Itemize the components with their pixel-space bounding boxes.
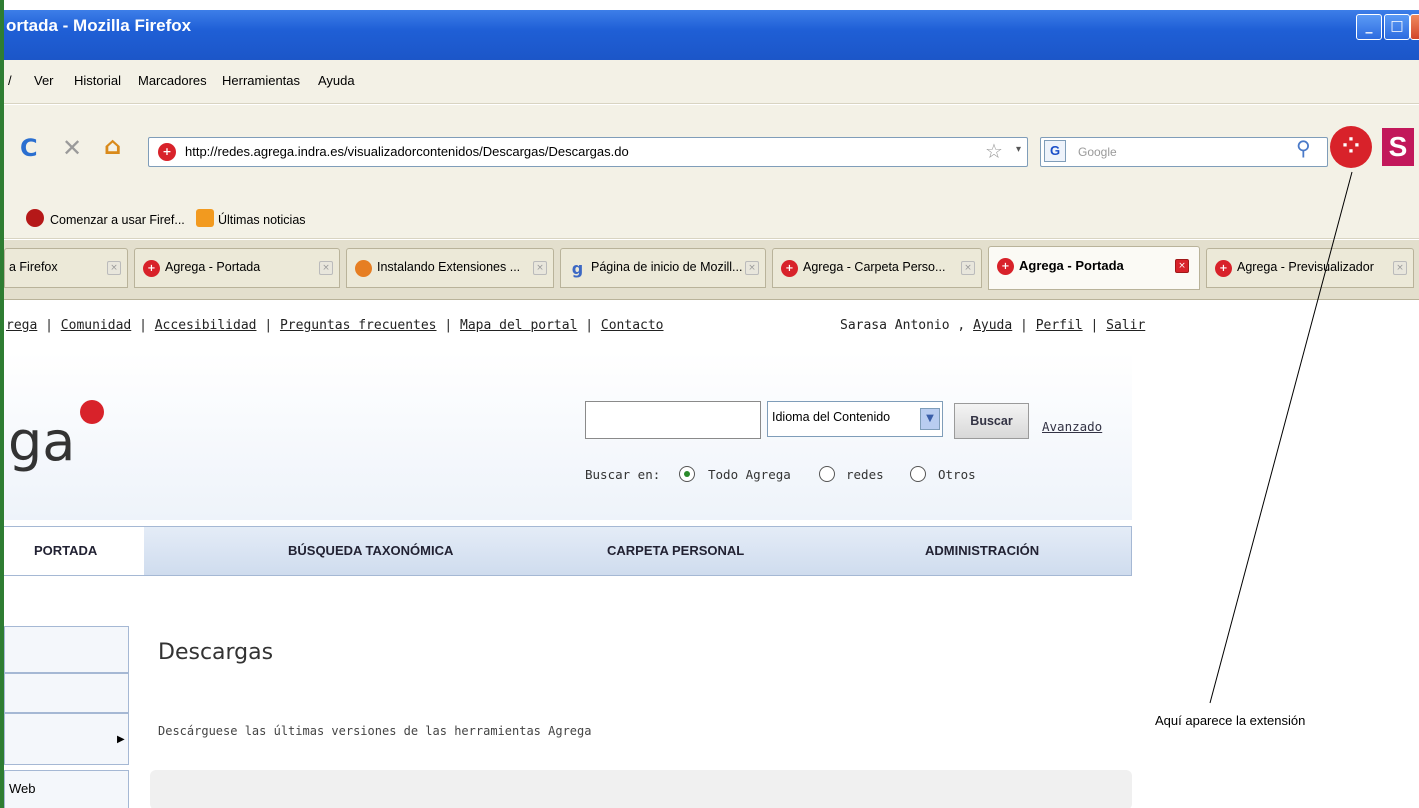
- menu-item-historial[interactable]: Historial: [74, 73, 121, 88]
- s-extension-icon[interactable]: S: [1382, 128, 1414, 166]
- nav-busqueda-taxonomica[interactable]: BÚSQUEDA TAXONÓMICA: [288, 543, 453, 558]
- menu-item-herramientas[interactable]: Herramientas: [222, 73, 300, 88]
- tab-label: Página de inicio de Mozill...: [591, 260, 743, 274]
- sidebar-item-label: Web: [9, 781, 36, 796]
- page-title: Descargas: [158, 640, 274, 665]
- link-preguntas-frecuentes[interactable]: Preguntas frecuentes: [280, 318, 437, 333]
- chevron-down-icon[interactable]: ▼: [920, 408, 940, 430]
- site-identity-icon[interactable]: +: [158, 143, 176, 161]
- page-subtitle: Descárguese las últimas versiones de las…: [158, 724, 592, 738]
- tab-close-icon[interactable]: ×: [107, 261, 121, 275]
- link-mapa-portal[interactable]: Mapa del portal: [460, 318, 577, 333]
- sidebar-item[interactable]: [4, 673, 129, 713]
- link-perfil[interactable]: Perfil: [1036, 318, 1083, 333]
- tab-firefox[interactable]: a Firefox ×: [4, 248, 128, 288]
- menu-item-edit[interactable]: /: [8, 73, 12, 88]
- tab-close-icon[interactable]: ×: [1393, 261, 1407, 275]
- search-in-label: Buscar en:: [585, 467, 661, 482]
- minimize-button[interactable]: _: [1356, 14, 1382, 40]
- search-input[interactable]: [585, 401, 761, 439]
- radio-redes[interactable]: [819, 466, 835, 482]
- menu-bar: [4, 60, 1419, 104]
- agrega-favicon: +: [143, 260, 160, 277]
- radio-label-redes: redes: [846, 467, 884, 482]
- radio-otros[interactable]: [910, 466, 926, 482]
- tab-close-icon[interactable]: ×: [961, 261, 975, 275]
- bookmark-latest-news[interactable]: Últimas noticias: [218, 213, 306, 227]
- window-titlebar: [4, 10, 1419, 60]
- search-placeholder: Google: [1078, 145, 1117, 159]
- radio-label-todo-agrega: Todo Agrega: [708, 467, 791, 482]
- menu-item-ayuda[interactable]: Ayuda: [318, 73, 355, 88]
- user-name: Sarasa Antonio ,: [840, 318, 966, 333]
- link-contacto[interactable]: Contacto: [601, 318, 664, 333]
- top-links: rega | Comunidad | Accesibilidad | Pregu…: [6, 318, 664, 333]
- link-salir[interactable]: Salir: [1106, 318, 1145, 333]
- url-text: http://redes.agrega.indra.es/visualizado…: [185, 144, 629, 159]
- nav-carpeta-personal[interactable]: CARPETA PERSONAL: [607, 543, 744, 558]
- stop-icon[interactable]: ✕: [62, 134, 82, 162]
- radio-todo-agrega[interactable]: [679, 466, 695, 482]
- tab-agrega-portada[interactable]: + Agrega - Portada ×: [134, 248, 340, 288]
- tab-close-icon[interactable]: ×: [1175, 259, 1189, 273]
- window-title: ortada - Mozilla Firefox: [6, 16, 192, 35]
- google-favicon: g: [571, 259, 584, 278]
- agrega-logo: ga: [8, 410, 76, 473]
- tab-close-icon[interactable]: ×: [319, 261, 333, 275]
- annotation-text: Aquí aparece la extensión: [1155, 713, 1306, 728]
- agrega-extension-icon[interactable]: ⁘: [1330, 126, 1372, 168]
- language-select-value: Idioma del Contenido: [772, 410, 891, 424]
- firefox-favicon: [355, 260, 372, 277]
- tab-label: Agrega - Previsualizador: [1237, 260, 1374, 274]
- nav-administracion[interactable]: ADMINISTRACIÓN: [925, 543, 1039, 558]
- tab-agrega-portada-active[interactable]: + Agrega - Portada ×: [988, 246, 1200, 290]
- tab-label: Agrega - Carpeta Perso...: [803, 260, 946, 274]
- tab-close-icon[interactable]: ×: [533, 261, 547, 275]
- tab-agrega-carpeta[interactable]: + Agrega - Carpeta Perso... ×: [772, 248, 982, 288]
- nav-portada[interactable]: PORTADA: [34, 543, 97, 558]
- tab-agrega-previsualizador[interactable]: + Agrega - Previsualizador ×: [1206, 248, 1414, 288]
- tab-label: Agrega - Portada: [165, 260, 261, 274]
- tab-label: a Firefox: [9, 260, 58, 274]
- agrega-favicon: +: [781, 260, 798, 277]
- user-links: Sarasa Antonio , Ayuda | Perfil | Salir: [840, 318, 1146, 333]
- bookmark-getting-started[interactable]: Comenzar a usar Firef...: [50, 213, 185, 227]
- bookmark-star-icon[interactable]: ☆: [985, 139, 1003, 163]
- search-button[interactable]: Buscar: [954, 403, 1029, 439]
- link-agrega[interactable]: rega: [6, 318, 37, 333]
- downloads-panel: [150, 770, 1132, 808]
- tab-instalando-extensiones[interactable]: Instalando Extensiones ... ×: [346, 248, 554, 288]
- advanced-search-link[interactable]: Avanzado: [1042, 419, 1102, 434]
- google-engine-icon[interactable]: G: [1044, 140, 1066, 162]
- agrega-favicon: +: [997, 258, 1014, 275]
- tab-label: Instalando Extensiones ...: [377, 260, 521, 274]
- tab-close-icon[interactable]: ×: [745, 261, 759, 275]
- rss-icon: [196, 209, 214, 227]
- link-ayuda[interactable]: Ayuda: [973, 318, 1012, 333]
- link-accesibilidad[interactable]: Accesibilidad: [155, 318, 257, 333]
- reload-icon[interactable]: C: [20, 134, 38, 162]
- tab-label: Agrega - Portada: [1019, 258, 1124, 273]
- bookmarks-bar: [4, 197, 1419, 239]
- radio-label-otros: Otros: [938, 467, 976, 482]
- firefox-bookmark-icon: [26, 209, 44, 227]
- close-window-button[interactable]: [1410, 14, 1419, 40]
- agrega-logo-dot-icon: [80, 400, 104, 424]
- agrega-favicon: +: [1215, 260, 1232, 277]
- chevron-right-icon: ▶: [117, 734, 125, 745]
- sidebar-item-web[interactable]: Web: [4, 770, 129, 808]
- language-select[interactable]: Idioma del Contenido ▼: [767, 401, 943, 437]
- dropdown-icon[interactable]: ▾: [1016, 144, 1021, 155]
- sidebar-item-expandable[interactable]: ▶: [4, 713, 129, 765]
- menu-item-marcadores[interactable]: Marcadores: [138, 73, 207, 88]
- sidebar-item[interactable]: [4, 626, 129, 673]
- home-icon[interactable]: ⌂: [104, 132, 121, 160]
- menu-item-ver[interactable]: Ver: [34, 73, 54, 88]
- tab-pagina-inicio-mozilla[interactable]: g Página de inicio de Mozill... ×: [560, 248, 766, 288]
- search-go-icon[interactable]: ⚲: [1296, 136, 1311, 160]
- link-comunidad[interactable]: Comunidad: [61, 318, 131, 333]
- maximize-button[interactable]: □: [1384, 14, 1410, 40]
